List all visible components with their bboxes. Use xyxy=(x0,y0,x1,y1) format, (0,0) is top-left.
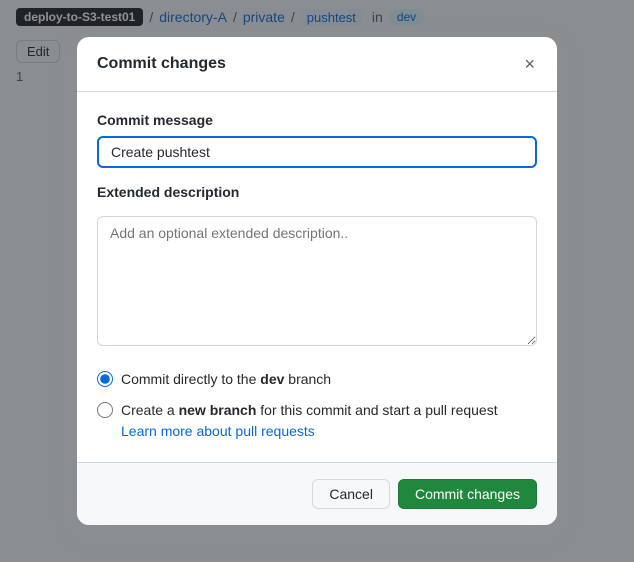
modal-body: Commit message Extended description Comm… xyxy=(77,92,557,462)
modal-title: Commit changes xyxy=(97,55,226,73)
extended-description-label: Extended description xyxy=(97,184,537,200)
radio-new-branch-label: Create a new branch for this commit and … xyxy=(121,400,537,442)
cancel-button[interactable]: Cancel xyxy=(312,479,390,509)
commit-message-input[interactable] xyxy=(97,136,537,168)
radio-row-2: Create a new branch for this commit and … xyxy=(97,400,537,442)
modal-footer: Cancel Commit changes xyxy=(77,462,557,525)
learn-more-link[interactable]: Learn more about pull requests xyxy=(121,423,315,439)
modal-close-button[interactable]: × xyxy=(522,53,537,75)
commit-changes-button[interactable]: Commit changes xyxy=(398,479,537,509)
modal-overlay: Commit changes × Commit message Extended… xyxy=(0,0,634,562)
commit-changes-modal: Commit changes × Commit message Extended… xyxy=(77,37,557,525)
radio-row-1: Commit directly to the dev branch xyxy=(97,369,537,390)
extended-description-input[interactable] xyxy=(97,216,537,346)
radio-direct-commit-label: Commit directly to the dev branch xyxy=(121,369,331,390)
radio-direct-commit[interactable] xyxy=(97,371,113,387)
radio-section: Commit directly to the dev branch Create… xyxy=(97,369,537,442)
radio-new-branch[interactable] xyxy=(97,402,113,418)
commit-message-label: Commit message xyxy=(97,112,537,128)
modal-header: Commit changes × xyxy=(77,37,557,92)
